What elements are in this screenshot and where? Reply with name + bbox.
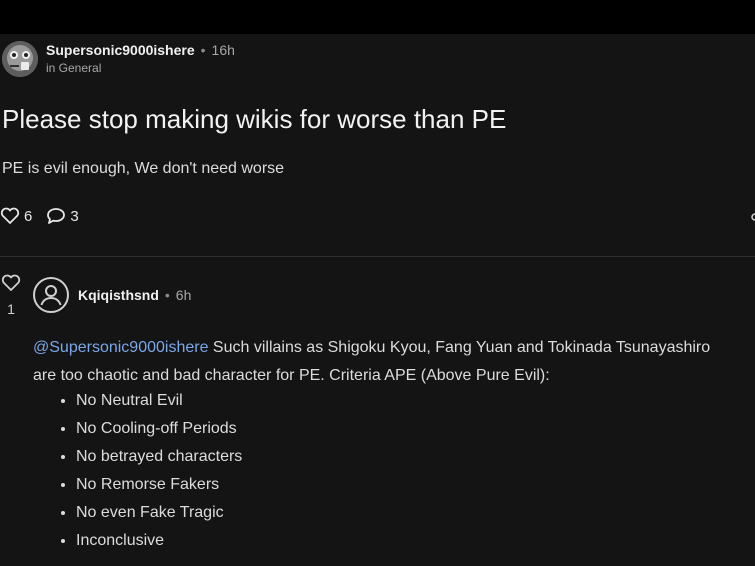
- commenter-avatar[interactable]: [33, 277, 69, 313]
- comment-line-1-text: Such villains as Shigoku Kyou, Fang Yuan…: [208, 339, 711, 356]
- post-time: 16h: [211, 42, 235, 58]
- post-author[interactable]: Supersonic9000ishere: [46, 42, 195, 58]
- list-item: No Remorse Fakers: [76, 471, 242, 499]
- list-item: No even Fake Tragic: [76, 499, 242, 527]
- comment-button[interactable]: 3: [46, 207, 79, 225]
- post-meta: Supersonic9000ishere • 16h: [46, 42, 235, 58]
- divider: [0, 256, 755, 257]
- comment-author[interactable]: Kqiqisthsnd: [78, 287, 159, 303]
- meta-separator: •: [200, 42, 206, 58]
- comment-vote-count: 1: [7, 301, 15, 317]
- speech-bubble-icon: [47, 208, 66, 224]
- heart-icon: [0, 207, 20, 224]
- heart-icon: [1, 274, 21, 291]
- comment-line-1: @Supersonic9000ishere Such villains as S…: [33, 334, 755, 362]
- user-icon: [40, 285, 62, 306]
- post-body: PE is evil enough, We don't need worse: [2, 160, 285, 177]
- list-item: Inconclusive: [76, 527, 242, 555]
- list-item: No Cooling-off Periods: [76, 415, 242, 443]
- share-icon[interactable]: [749, 210, 755, 222]
- list-item: No Neutral Evil: [76, 387, 242, 415]
- post-title: Please stop making wikis for worse than …: [2, 104, 507, 134]
- top-bar: [0, 0, 755, 34]
- like-count: 6: [24, 207, 33, 225]
- list-item: No betrayed characters: [76, 443, 242, 471]
- comment-line-2: are too chaotic and bad character for PE…: [33, 367, 550, 384]
- criteria-list: No Neutral Evil No Cooling-off Periods N…: [60, 387, 242, 555]
- post-actions: 6 3: [0, 206, 93, 226]
- like-button[interactable]: 6: [0, 207, 32, 225]
- comment-meta: Kqiqisthsnd • 6h: [78, 287, 191, 303]
- post-community[interactable]: in General: [46, 61, 101, 75]
- comment-vote[interactable]: 1: [0, 274, 22, 317]
- comment-text: @Supersonic9000ishere Such villains as S…: [33, 334, 755, 390]
- user-mention-link[interactable]: @Supersonic9000ishere: [33, 339, 208, 356]
- avatar-image-icon: [2, 41, 38, 77]
- comment-time: 6h: [175, 287, 192, 303]
- author-avatar[interactable]: [2, 41, 38, 77]
- comment-count: 3: [70, 207, 79, 225]
- meta-separator: •: [164, 287, 170, 303]
